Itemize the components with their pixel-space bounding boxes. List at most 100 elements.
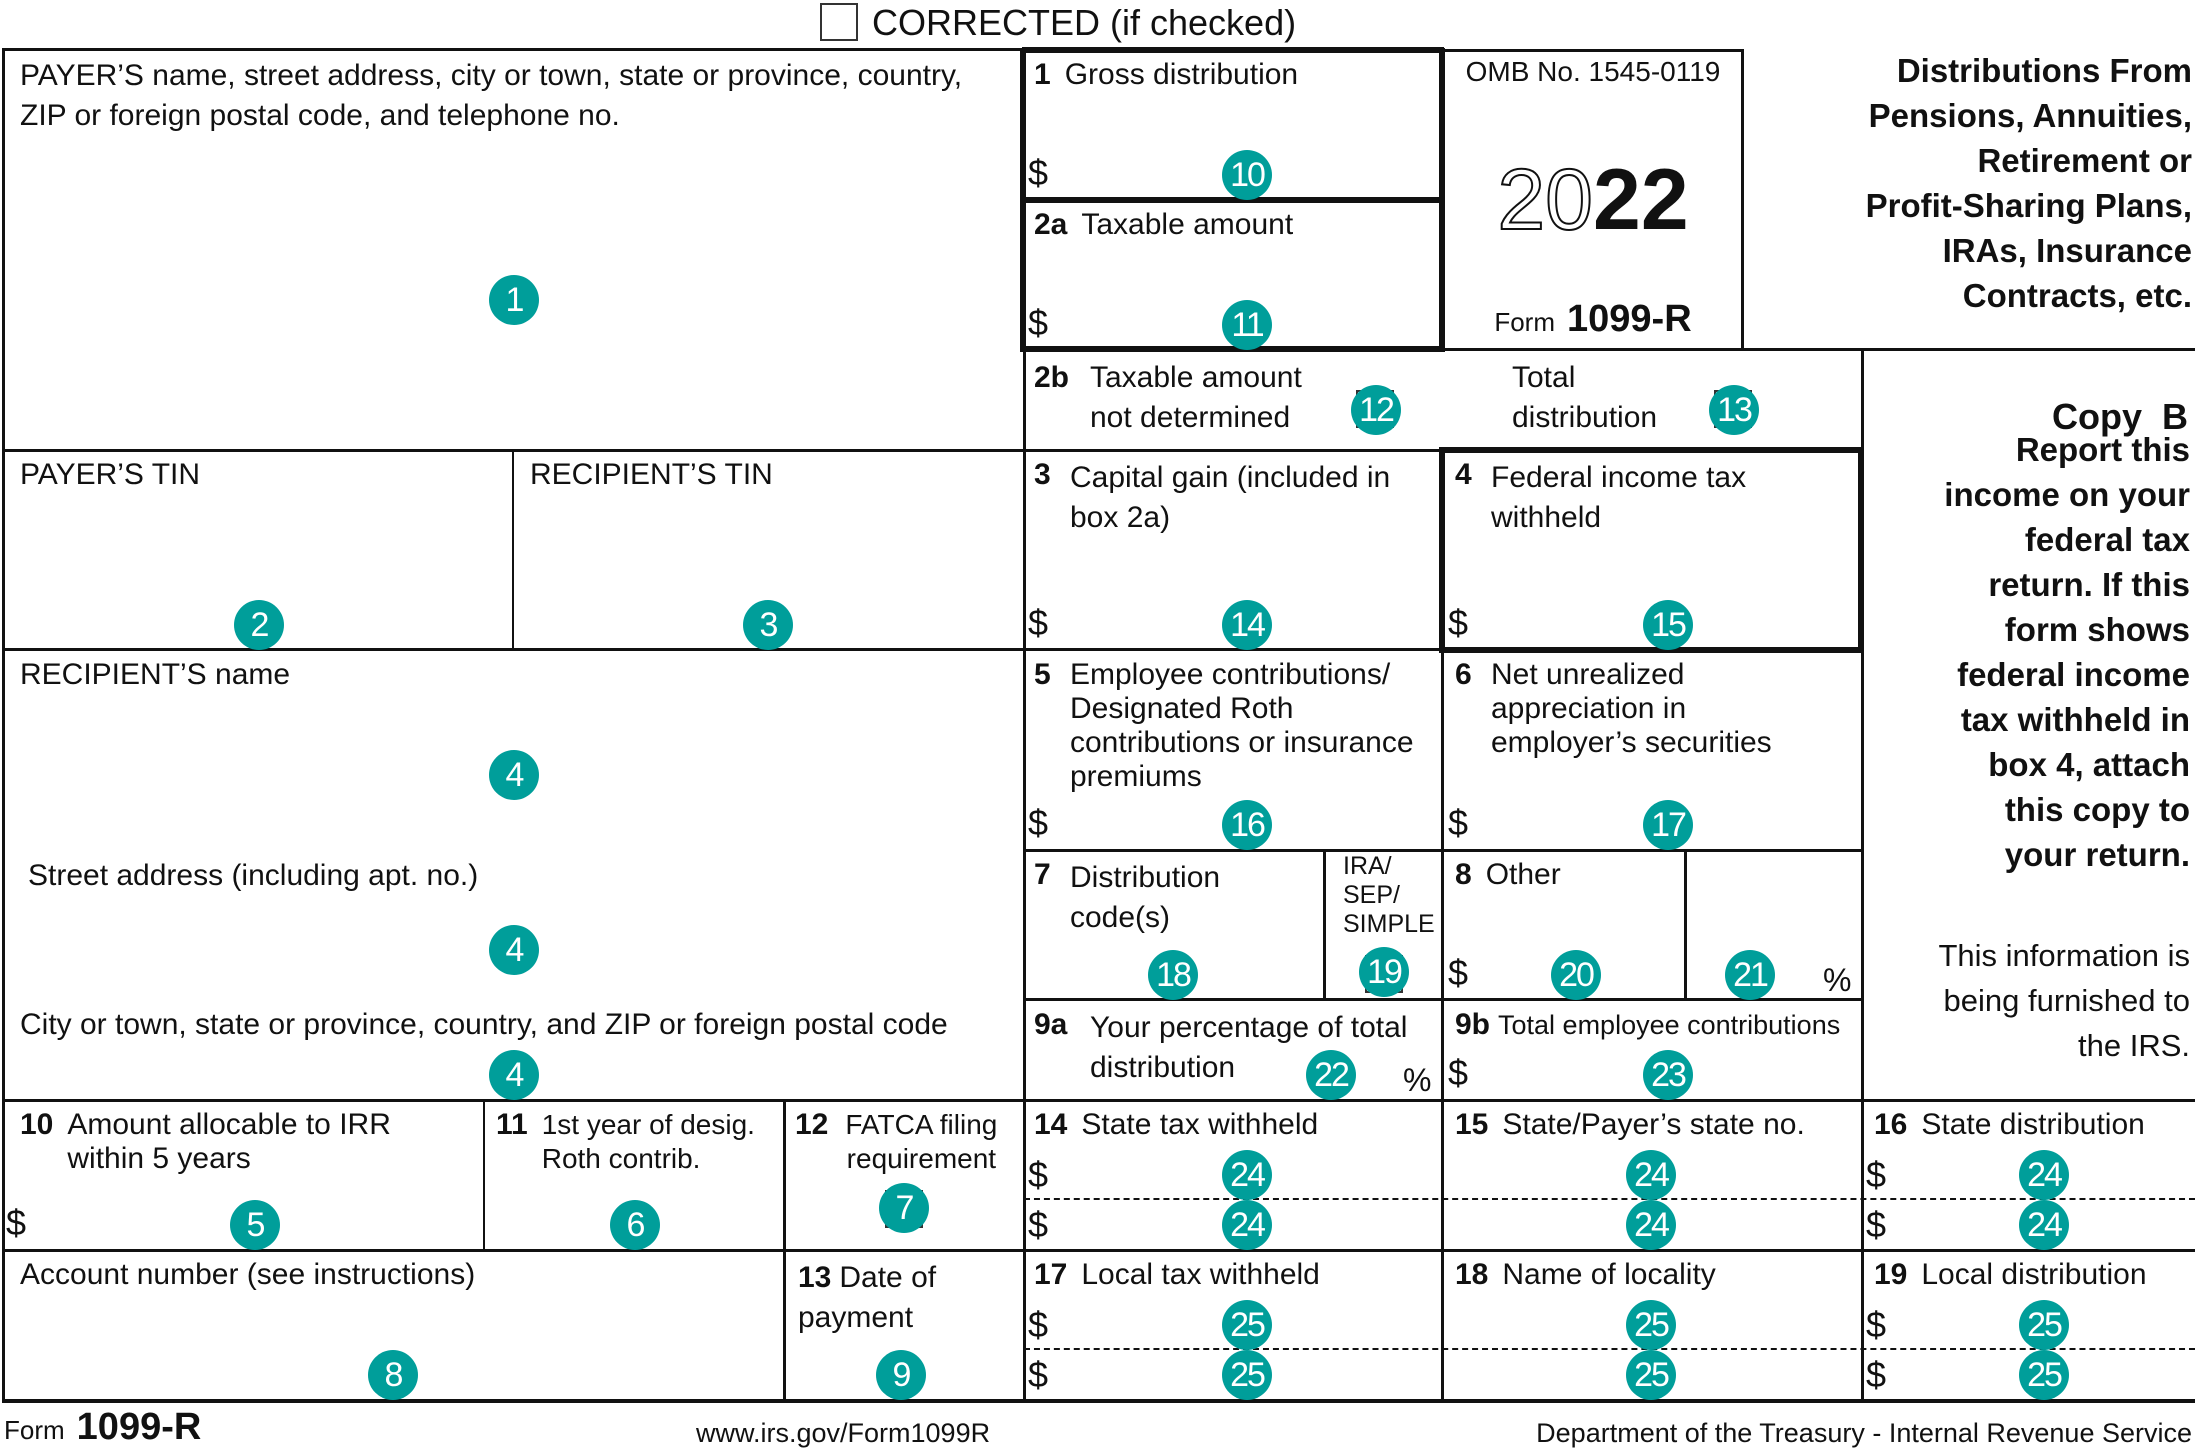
box3-number: 3	[1034, 458, 1051, 491]
box16-text: State distribution	[1921, 1108, 2145, 1141]
box2b-number: 2b	[1034, 361, 1070, 394]
dash-state	[1024, 1198, 2195, 1200]
box7-text: Distribution code(s)	[1070, 861, 1221, 934]
box17-field-1[interactable]: 25	[1222, 1300, 1272, 1350]
box1-text: Gross distribution	[1064, 58, 1299, 91]
box11-number: 11	[496, 1108, 528, 1141]
box11-text: 1st year of desig. Roth contrib.	[541, 1109, 755, 1174]
box12-text: FATCA filing requirement	[845, 1109, 998, 1174]
box14-text: State tax withheld	[1081, 1108, 1319, 1141]
box17-currency-2: $	[1028, 1354, 1049, 1395]
hline-78	[1024, 998, 1863, 1001]
payer-field[interactable]: 1	[489, 275, 539, 325]
copy-line: return. If this	[1988, 566, 2190, 603]
box5-field[interactable]: 16	[1222, 800, 1272, 850]
payer-tin-label: PAYER’S TIN	[20, 458, 201, 491]
box14-field-2[interactable]: 24	[1222, 1200, 1272, 1250]
box17-label: 17 Local tax withheld	[1034, 1258, 1320, 1292]
copy-line: your return.	[2004, 836, 2190, 873]
box10-text: Amount allocable to IRR within 5 years	[67, 1108, 391, 1175]
box5-currency: $	[1028, 802, 1049, 843]
title-line: Profit-Sharing Plans,	[1865, 187, 2192, 224]
box9b-field[interactable]: 23	[1643, 1050, 1693, 1100]
street-address-field[interactable]: 4	[489, 925, 539, 975]
box3-field[interactable]: 14	[1222, 600, 1272, 650]
box16-field-2[interactable]: 24	[2019, 1200, 2069, 1250]
box15-text: State/Payer’s state no.	[1502, 1108, 1805, 1141]
corrected-checkbox[interactable]	[820, 3, 858, 41]
box7-field[interactable]: 18	[1148, 950, 1198, 1000]
box9b-currency: $	[1448, 1052, 1469, 1093]
box11-field[interactable]: 6	[610, 1200, 660, 1250]
box10-label: 10 Amount allocable to IRR within 5 years	[20, 1108, 460, 1176]
recipient-name-field[interactable]: 4	[489, 750, 539, 800]
box16-currency-1: $	[1866, 1154, 1887, 1195]
form-title: Distributions From Pensions, Annuities, …	[1752, 48, 2192, 318]
vline-tin	[512, 450, 514, 650]
box13-field[interactable]: 9	[876, 1350, 926, 1400]
box2b-field[interactable]: 12	[1351, 385, 1401, 435]
account-field[interactable]: 8	[368, 1350, 418, 1400]
corrected-label: CORRECTED (if checked)	[872, 2, 1297, 43]
omb-form-prefix: Form	[1494, 307, 1556, 337]
tax-year-outline: 20	[1496, 151, 1594, 249]
box8-text: Other	[1485, 858, 1561, 891]
box19-text: Local distribution	[1921, 1258, 2147, 1291]
box2a-text: Taxable amount	[1081, 208, 1294, 241]
payer-label: PAYER’S name, street address, city or to…	[20, 59, 963, 132]
box8-field[interactable]: 20	[1551, 950, 1601, 1000]
ira-sep-simple-field[interactable]: 19	[1359, 947, 1409, 997]
box2a-label: 2a Taxable amount	[1034, 208, 1293, 242]
copy-line: tax withheld in	[1960, 701, 2190, 738]
box18-label: 18 Name of locality	[1455, 1258, 1716, 1292]
box8-label: 8 Other	[1455, 858, 1561, 892]
tax-year-bold: 22	[1593, 152, 1689, 248]
copy-b-instructions: Report this income on your federal tax r…	[1870, 427, 2190, 877]
dash-local	[1024, 1348, 2195, 1350]
box14-number: 14	[1034, 1108, 1068, 1141]
box18-field-2[interactable]: 25	[1626, 1350, 1676, 1400]
box4-field[interactable]: 15	[1643, 600, 1693, 650]
box15-field-2[interactable]: 24	[1626, 1200, 1676, 1250]
box19-field-2[interactable]: 25	[2019, 1350, 2069, 1400]
box14-field-1[interactable]: 24	[1222, 1150, 1272, 1200]
box19-field-1[interactable]: 25	[2019, 1300, 2069, 1350]
box12-number: 12	[795, 1108, 829, 1141]
title-line: Distributions From	[1896, 52, 2192, 89]
box15-field-1[interactable]: 24	[1626, 1150, 1676, 1200]
copy-line: form shows	[2004, 611, 2190, 648]
footer-url[interactable]: www.irs.gov/Form1099R	[696, 1418, 990, 1449]
box6-text: Net unrealized appreciation in employer’…	[1491, 658, 1772, 759]
vline-8	[1684, 850, 1687, 1000]
box17-field-2[interactable]: 25	[1222, 1350, 1272, 1400]
payer-tin-field[interactable]: 2	[234, 600, 284, 650]
box13-label: 13 Date of payment	[798, 1258, 1018, 1338]
box1-field[interactable]: 10	[1222, 150, 1272, 200]
box18-field-1[interactable]: 25	[1626, 1300, 1676, 1350]
box6-field[interactable]: 17	[1643, 800, 1693, 850]
total-distribution-field[interactable]: 13	[1709, 385, 1759, 435]
omb-number: OMB No. 1545-0119	[1465, 56, 1721, 87]
box2a-field[interactable]: 11	[1222, 300, 1272, 350]
city-field[interactable]: 4	[489, 1050, 539, 1100]
box5-label: 5 Employee contributions/ Designated Rot…	[1034, 658, 1434, 794]
box17-text: Local tax withheld	[1081, 1258, 1320, 1291]
box1-mid	[1020, 197, 1445, 203]
box14-label: 14 State tax withheld	[1034, 1108, 1318, 1142]
vline-10	[483, 1100, 485, 1250]
border-left	[2, 48, 5, 1402]
recipient-name-label: RECIPIENT’S name	[20, 658, 291, 691]
title-line: Contracts, etc.	[1962, 277, 2192, 314]
ira-sep-simple-label: IRA/ SEP/ SIMPLE	[1343, 852, 1435, 938]
box12-field[interactable]: 7	[879, 1183, 929, 1233]
box16-field-1[interactable]: 24	[2019, 1150, 2069, 1200]
recipient-tin-field[interactable]: 3	[743, 600, 793, 650]
box9a-field[interactable]: 22	[1306, 1050, 1356, 1100]
box4-top	[1440, 447, 1864, 453]
box10-field[interactable]: 5	[230, 1200, 280, 1250]
copy-line: federal income	[1957, 656, 2190, 693]
box14-currency-2: $	[1028, 1204, 1049, 1245]
box8-percent-field[interactable]: 21	[1725, 950, 1775, 1000]
box9a-percent-sign: %	[1403, 1062, 1432, 1098]
box19-currency-1: $	[1866, 1304, 1887, 1345]
